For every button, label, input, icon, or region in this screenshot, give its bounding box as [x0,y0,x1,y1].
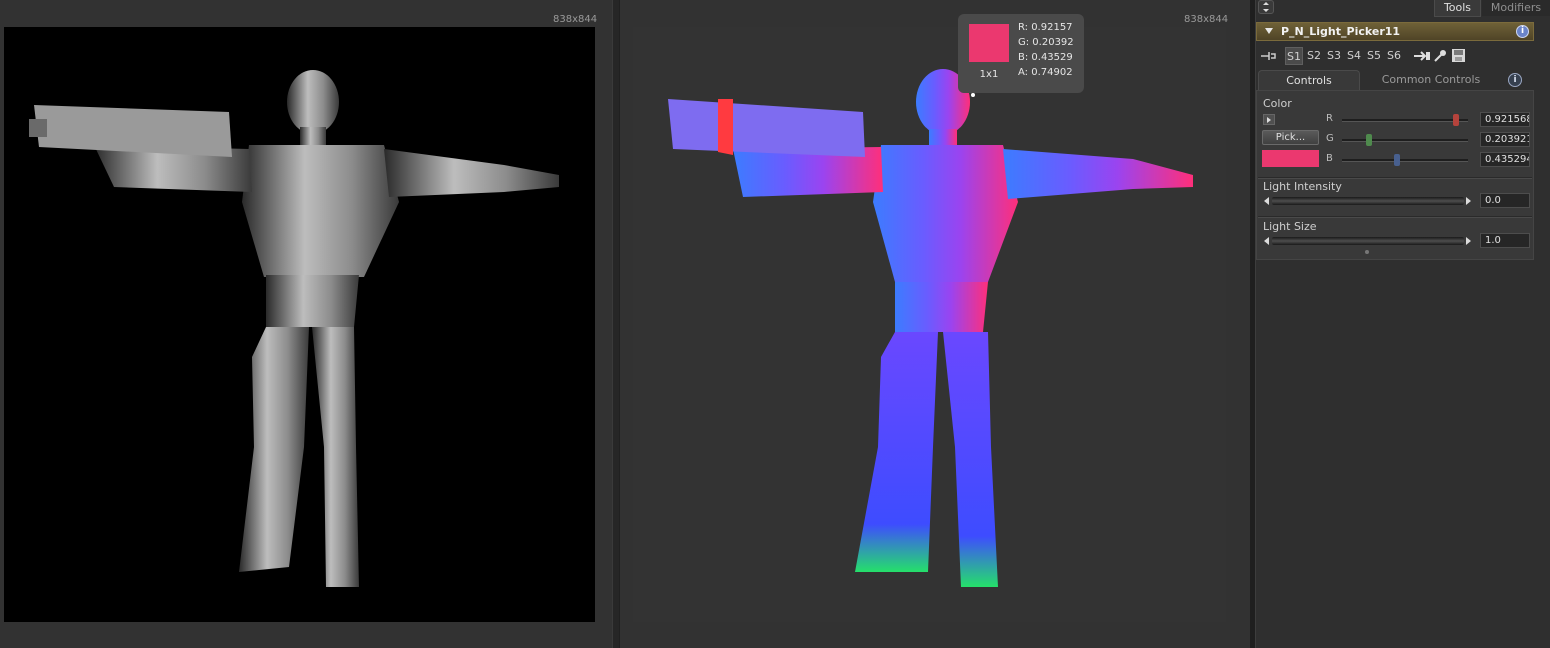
grayscale-character-render [29,70,559,587]
decrease-arrow-icon[interactable] [1264,237,1269,245]
eyedropper-icon[interactable] [1433,49,1447,63]
pin-icon[interactable] [1260,50,1276,62]
pixel-g-value: G: 0.20392 [1018,37,1074,48]
color-swatch[interactable] [1262,150,1319,167]
channel-g-label: G [1326,133,1334,144]
channel-b-slider[interactable] [1342,159,1468,162]
tool-header[interactable]: P_N_Light_Picker11 i [1256,22,1534,41]
divider [1258,177,1532,179]
channel-r-slider[interactable] [1342,119,1468,122]
info-icon-controls[interactable]: i [1508,73,1522,87]
channel-b-label: B [1326,153,1333,164]
resize-handle[interactable] [1365,250,1369,254]
increase-arrow-icon[interactable] [1466,237,1471,245]
channel-b-knob[interactable] [1394,154,1401,166]
pixel-sample-size: 1x1 [979,69,999,80]
channel-g-input[interactable]: 0.203921 [1480,132,1530,147]
channel-g-knob[interactable] [1366,134,1373,146]
pixel-b-value: B: 0.43529 [1018,52,1073,63]
normal-map-character-render [668,69,1193,587]
viewer-left-resolution: 838x844 [553,14,598,25]
panel-scroll-button[interactable] [1258,0,1274,14]
tool-name: P_N_Light_Picker11 [1281,25,1401,38]
slot-s3[interactable]: S3 [1325,47,1343,65]
pixel-info-tooltip: 1x1 R: 0.92157 G: 0.20392 B: 0.43529 A: … [958,14,1084,93]
light-size-input[interactable]: 1.0 [1480,233,1530,248]
light-intensity-label: Light Intensity [1263,180,1342,193]
pixel-r-value: R: 0.92157 [1018,22,1073,33]
info-icon[interactable]: i [1516,25,1529,38]
collapse-arrow-icon[interactable] [1265,28,1273,34]
tab-tools[interactable]: Tools [1434,0,1481,17]
channel-b-input[interactable]: 0.435294 [1480,152,1530,167]
viewer-right-image[interactable] [633,27,1226,622]
tab-controls[interactable]: Controls [1258,70,1360,90]
channel-g-slider[interactable] [1342,139,1468,142]
expand-color-icon[interactable] [1263,114,1275,125]
slot-s2[interactable]: S2 [1305,47,1323,65]
light-intensity-input[interactable]: 0.0 [1480,193,1530,208]
viewer-right-resolution: 838x844 [1184,14,1229,25]
slot-s5[interactable]: S5 [1365,47,1383,65]
viewer-divider[interactable] [612,0,620,648]
channel-r-input[interactable]: 0.921568 [1480,112,1530,127]
pixel-color-swatch [969,24,1009,62]
divider [1258,216,1532,218]
slot-s4[interactable]: S4 [1345,47,1363,65]
light-size-slider[interactable] [1272,237,1464,245]
version-slot-row: S1 S2 S3 S4 S5 S6 [1258,47,1528,65]
save-icon[interactable] [1451,48,1466,63]
increase-arrow-icon[interactable] [1466,197,1471,205]
tab-modifiers[interactable]: Modifiers [1482,0,1550,16]
channel-r-knob[interactable] [1452,114,1459,126]
viewer-left[interactable]: 838x844 [0,0,612,648]
light-size-label: Light Size [1263,220,1317,233]
pixel-a-value: A: 0.74902 [1018,67,1073,78]
slot-s6[interactable]: S6 [1385,47,1403,65]
slot-s1[interactable]: S1 [1285,47,1303,65]
viewer-right[interactable]: 838x844 [620,0,1250,648]
tab-common-controls[interactable]: Common Controls [1362,70,1500,90]
light-intensity-slider[interactable] [1272,197,1464,205]
decrease-arrow-icon[interactable] [1264,197,1269,205]
color-label: Color [1263,97,1292,110]
pick-button[interactable]: Pick... [1262,130,1319,145]
link-arrow-icon[interactable] [1413,49,1431,63]
up-down-arrows-icon [1263,2,1269,12]
viewer-left-image[interactable] [4,27,595,622]
channel-r-label: R [1326,113,1333,124]
